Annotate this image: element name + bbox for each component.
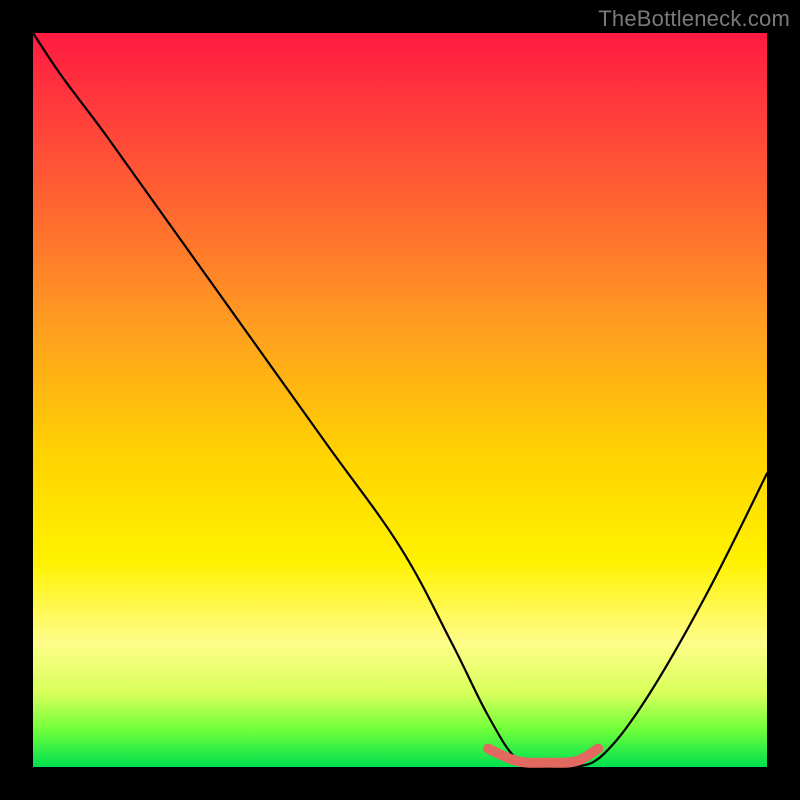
curve-layer — [33, 33, 767, 767]
watermark-text: TheBottleneck.com — [598, 6, 790, 32]
chart-frame: TheBottleneck.com — [0, 0, 800, 800]
optimal-range-highlight — [488, 749, 598, 763]
plot-area — [33, 33, 767, 767]
bottleneck-curve — [33, 33, 767, 769]
